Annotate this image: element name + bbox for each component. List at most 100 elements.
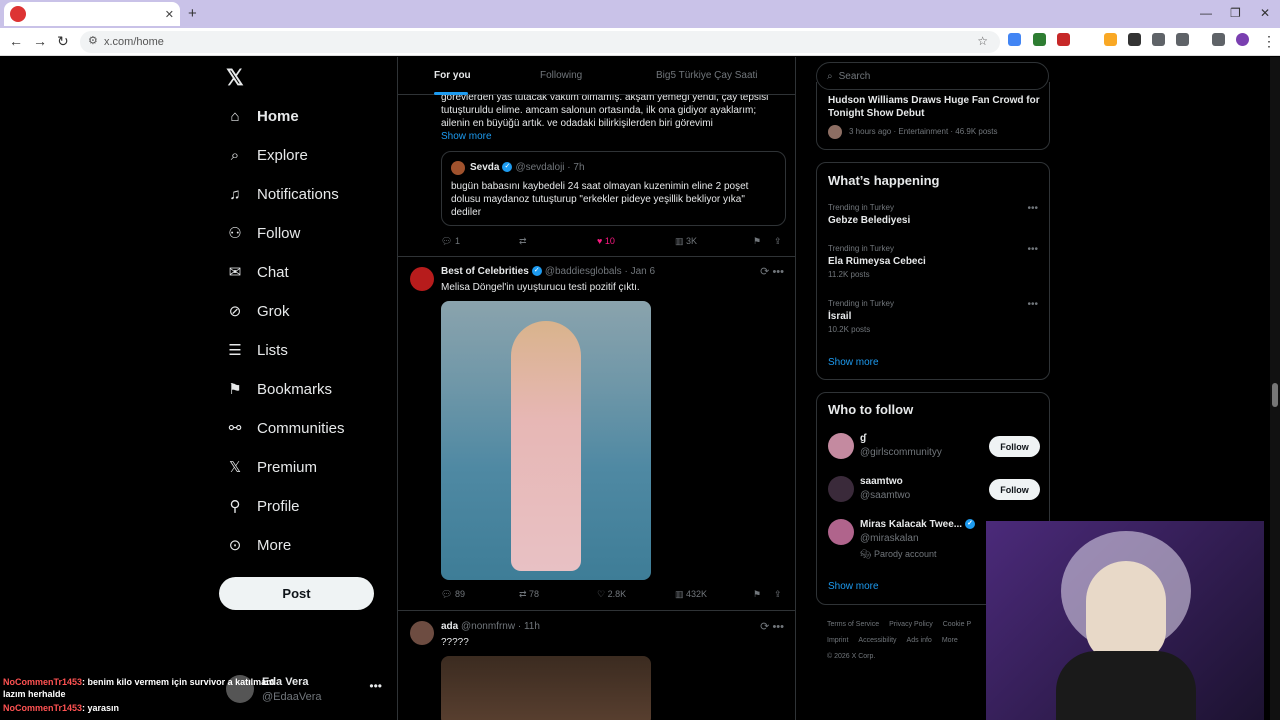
extensions-puzzle-icon[interactable] bbox=[1176, 33, 1189, 46]
like-button[interactable]: ♥ 10 bbox=[597, 236, 615, 246]
nav-follow[interactable]: ⚇ Follow bbox=[226, 218, 300, 248]
footer-link[interactable]: Terms of Service bbox=[827, 621, 879, 628]
show-more-link[interactable]: Show more bbox=[441, 131, 492, 142]
footer-link[interactable]: Cookie P bbox=[943, 621, 971, 628]
tweet-author[interactable]: ada bbox=[441, 621, 458, 632]
nav-lists[interactable]: ☰ Lists bbox=[226, 335, 288, 365]
share-icon[interactable]: ⇪ bbox=[774, 236, 782, 247]
nav-more[interactable]: ⊙ More bbox=[226, 530, 291, 560]
views-button[interactable]: ▥ 3K bbox=[675, 236, 697, 247]
site-info-icon[interactable]: ⚙ bbox=[88, 34, 98, 47]
profile-avatar-icon[interactable] bbox=[1236, 33, 1249, 46]
who-to-follow-title: Who to follow bbox=[828, 402, 914, 417]
nav-chat[interactable]: ✉ Chat bbox=[226, 257, 289, 287]
nav-communities[interactable]: ⚯ Communities bbox=[226, 413, 345, 443]
x-logo-icon[interactable]: 𝕏 bbox=[226, 65, 244, 91]
trend-name: Gebze Belediyesi bbox=[828, 215, 911, 226]
extension-yellow-icon[interactable] bbox=[1104, 33, 1117, 46]
add-user-icon: ⚇ bbox=[228, 225, 242, 242]
repost-button[interactable]: ⇄ 78 bbox=[519, 589, 539, 600]
follow-button[interactable]: Follow bbox=[989, 436, 1040, 457]
tweet-image[interactable] bbox=[441, 301, 651, 580]
avatar bbox=[828, 125, 842, 139]
nav-home[interactable]: ⌂ Home bbox=[226, 101, 298, 131]
nav-explore[interactable]: ⌕ Explore bbox=[226, 140, 308, 170]
tweet[interactable]: Best of Celebrities ✓ @baddiesglobals · Ja… bbox=[398, 257, 795, 610]
tab-big5[interactable]: Big5 Türkiye Çay Saati bbox=[656, 70, 758, 81]
browser-menu-icon[interactable]: ⋮ bbox=[1262, 33, 1276, 50]
footer-link[interactable]: Ads info bbox=[907, 637, 932, 644]
chat-message: NoCommenTr1453: benim kilo vermem için s… bbox=[3, 677, 275, 699]
tweet-author[interactable]: Best of Celebrities bbox=[441, 266, 529, 277]
tweet[interactable]: ada @nonmfrnw · 11h ⟳ ••• ????? bbox=[398, 611, 795, 720]
share-icon[interactable]: ⇪ bbox=[774, 589, 782, 600]
page-scrollbar[interactable] bbox=[1270, 57, 1280, 720]
window-close-icon[interactable]: ✕ bbox=[1260, 6, 1270, 20]
extension-translate-icon[interactable] bbox=[1008, 33, 1021, 46]
home-icon: ⌂ bbox=[230, 107, 240, 125]
footer-link[interactable]: Accessibility bbox=[858, 637, 896, 644]
browser-tab-strip: ⠀ ⠀ ✕ + — ❐ ✕ bbox=[0, 0, 1280, 28]
nav-bookmarks[interactable]: ⚑ Bookmarks bbox=[226, 374, 332, 404]
extension-green-icon[interactable] bbox=[1033, 33, 1046, 46]
nav-profile[interactable]: ⚲ Profile bbox=[226, 491, 300, 521]
left-navigation: 𝕏 ⌂ Home ⌕ Explore ♫ Notifications ⚇ Fol… bbox=[218, 57, 398, 720]
nav-premium[interactable]: 𝕏 Premium bbox=[226, 452, 317, 482]
minimize-icon[interactable]: — bbox=[1200, 6, 1212, 20]
show-more-link[interactable]: Show more bbox=[828, 581, 879, 592]
close-tab-icon[interactable]: ✕ bbox=[165, 8, 174, 21]
more-dots-icon[interactable]: ••• bbox=[1027, 244, 1038, 255]
nav-notifications[interactable]: ♫ Notifications bbox=[226, 179, 338, 209]
scrollbar-thumb[interactable] bbox=[1272, 383, 1278, 407]
tab-following[interactable]: Following bbox=[540, 70, 582, 81]
new-tab-icon[interactable]: + bbox=[188, 5, 197, 22]
follow-suggestion[interactable]: saamtwo @saamtwo Follow bbox=[828, 476, 1040, 510]
post-button[interactable]: Post bbox=[219, 577, 374, 610]
trend-item[interactable]: Trending in Turkey Ela Rümeysa Cebeci 11… bbox=[828, 244, 1038, 279]
nav-lists-label: Lists bbox=[257, 341, 288, 359]
follow-button[interactable]: Follow bbox=[989, 479, 1040, 500]
news-title[interactable]: Hudson Williams Draws Huge Fan Crowd for… bbox=[828, 94, 1043, 120]
trend-posts: 11.2K posts bbox=[828, 270, 870, 279]
bookmark-icon[interactable]: ⚑ bbox=[753, 236, 761, 247]
address-bar[interactable]: ⚙ x.com/home ☆ bbox=[80, 31, 1000, 53]
footer-link[interactable]: Privacy Policy bbox=[889, 621, 933, 628]
show-more-link[interactable]: Show more bbox=[828, 357, 879, 368]
trend-item[interactable]: Trending in Turkey İsrail 10.2K posts ••… bbox=[828, 299, 1038, 334]
bookmark-star-icon[interactable]: ☆ bbox=[977, 34, 988, 48]
trend-item[interactable]: Trending in Turkey Gebze Belediyesi ••• bbox=[828, 203, 1038, 226]
avatar[interactable] bbox=[410, 621, 434, 645]
x-icon: 𝕏 bbox=[228, 459, 242, 476]
bookmark-icon[interactable]: ⚑ bbox=[753, 589, 761, 600]
views-button[interactable]: ▥ 432K bbox=[675, 589, 707, 600]
suggestion-handle: @miraskalan bbox=[860, 533, 919, 544]
tweet-more-icon[interactable]: ⟳ ••• bbox=[760, 265, 784, 278]
follow-suggestion[interactable]: ɠ @girlscommunityy Follow bbox=[828, 433, 1040, 467]
extension-screen-icon[interactable] bbox=[1128, 33, 1141, 46]
nav-grok[interactable]: ⊘ Grok bbox=[226, 296, 290, 326]
reply-button[interactable]: 💬︎ 1 bbox=[441, 236, 460, 247]
footer-link[interactable]: Imprint bbox=[827, 637, 848, 644]
reload-icon[interactable]: ↻ bbox=[57, 33, 69, 50]
back-icon[interactable]: ← bbox=[9, 33, 23, 49]
media-control-icon[interactable] bbox=[1212, 33, 1225, 46]
repost-icon[interactable]: ⇄ bbox=[519, 236, 527, 247]
tweet-image[interactable] bbox=[441, 656, 651, 720]
nav-explore-label: Explore bbox=[257, 146, 308, 164]
more-dots-icon[interactable]: ••• bbox=[1027, 299, 1038, 310]
avatar[interactable] bbox=[410, 267, 434, 291]
browser-tab[interactable]: ⠀ ⠀ ✕ bbox=[4, 2, 180, 26]
maximize-icon[interactable]: ❐ bbox=[1230, 6, 1241, 20]
forward-icon[interactable]: → bbox=[33, 33, 47, 49]
nav-follow-label: Follow bbox=[257, 224, 301, 242]
footer-link[interactable]: More bbox=[942, 637, 958, 644]
reply-button[interactable]: 💬︎ 89 bbox=[441, 589, 465, 600]
trend-context: Trending in Turkey bbox=[828, 299, 894, 308]
extension-red-icon[interactable] bbox=[1057, 33, 1070, 46]
extension-window-icon[interactable] bbox=[1152, 33, 1165, 46]
like-button[interactable]: ♡ 2.8K bbox=[597, 589, 626, 600]
quoted-tweet[interactable]: Sevda ✓ @sevdaloji · 7h bugün babasını kay… bbox=[441, 151, 786, 226]
tweet-more-icon[interactable]: ⟳ ••• bbox=[760, 620, 784, 633]
more-dots-icon[interactable]: ••• bbox=[1027, 203, 1038, 214]
tab-for-you[interactable]: For you bbox=[434, 70, 471, 81]
